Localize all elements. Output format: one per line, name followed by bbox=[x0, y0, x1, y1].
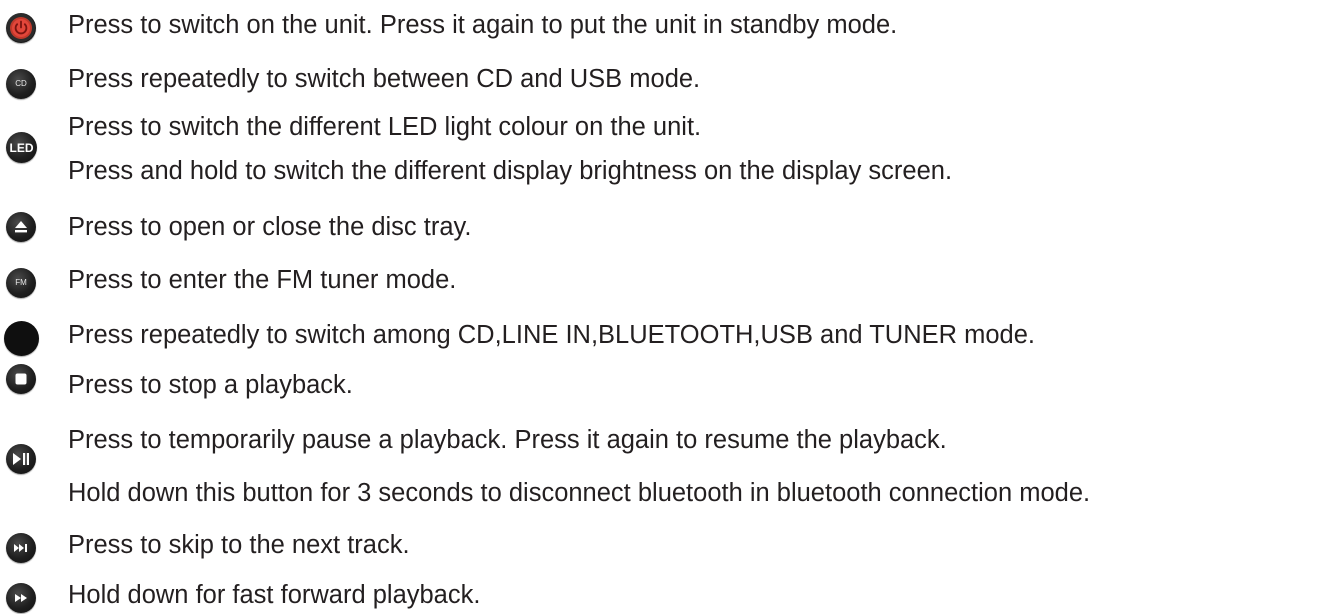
description-text: Hold down for fast forward playback. bbox=[68, 581, 481, 609]
eject-icon bbox=[6, 212, 36, 242]
play-pause-icon bbox=[6, 444, 36, 474]
description-text: Press to enter the FM tuner mode. bbox=[68, 266, 457, 294]
description-text: Press repeatedly to switch between CD an… bbox=[68, 65, 701, 93]
description-text: Press to skip to the next track. bbox=[68, 531, 410, 559]
description-text: Press to stop a playback. bbox=[68, 371, 353, 399]
description-text: Press to open or close the disc tray. bbox=[68, 213, 472, 241]
cd-icon-label: CD bbox=[15, 79, 27, 88]
fm-icon-label: FM bbox=[15, 278, 27, 287]
led-icon-label: LED bbox=[9, 140, 34, 155]
description-text: Press repeatedly to switch among CD,LINE… bbox=[68, 321, 1035, 349]
description-text: Press to switch the different LED light … bbox=[68, 113, 702, 141]
description-text: Hold down this button for 3 seconds to d… bbox=[68, 479, 1091, 507]
description-text: Press to switch on the unit. Press it ag… bbox=[68, 11, 898, 39]
description-text: Press to temporarily pause a playback. P… bbox=[68, 426, 947, 454]
skip-next-icon bbox=[6, 533, 36, 563]
stop-icon bbox=[6, 364, 36, 394]
fm-icon: FM bbox=[6, 268, 36, 298]
source-icon bbox=[4, 321, 39, 356]
led-icon: LED bbox=[6, 132, 37, 163]
button-function-list: Press to switch on the unit. Press it ag… bbox=[0, 0, 1344, 614]
cd-icon: CD bbox=[6, 69, 36, 99]
fast-forward-icon bbox=[6, 583, 36, 613]
description-text: Press and hold to switch the different d… bbox=[68, 157, 953, 185]
power-icon bbox=[6, 13, 36, 43]
